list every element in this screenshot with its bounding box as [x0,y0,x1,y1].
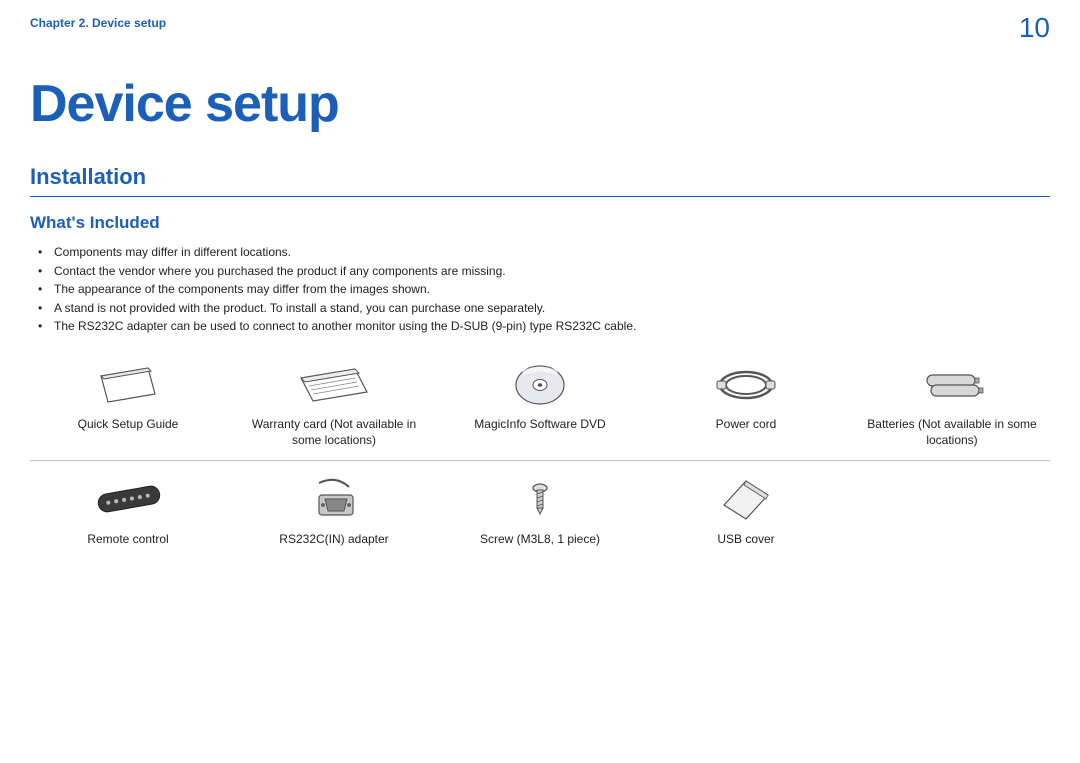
page-number: 10 [1019,12,1050,44]
item-power-cord: Power cord [648,354,844,458]
bullet-item: The appearance of the components may dif… [44,280,1050,299]
item-usb-cover: USB cover [648,469,844,557]
quick-setup-guide-icon [83,360,173,410]
item-label: MagicInfo Software DVD [474,416,605,432]
item-label: Power cord [716,416,777,432]
item-quick-setup-guide: Quick Setup Guide [30,354,226,458]
grid-divider [30,460,1050,461]
bullet-item: Contact the vendor where you purchased t… [44,262,1050,281]
remote-control-icon [83,475,173,525]
header-row: Chapter 2. Device setup 10 [30,12,1050,44]
bullet-item: The RS232C adapter can be used to connec… [44,317,1050,336]
section-title: Installation [30,164,1050,197]
screw-icon [495,475,585,525]
bullet-item: A stand is not provided with the product… [44,299,1050,318]
page-title: Device setup [30,74,1050,134]
item-label: RS232C(IN) adapter [279,531,388,547]
item-label: Warranty card (Not available in some loc… [240,416,428,448]
warranty-card-icon [289,360,379,410]
item-remote-control: Remote control [30,469,226,557]
chapter-label: Chapter 2. Device setup [30,16,166,30]
batteries-icon [907,360,997,410]
item-batteries: Batteries (Not available in some locatio… [854,354,1050,458]
item-magicinfo-dvd: MagicInfo Software DVD [442,354,638,458]
dvd-icon [495,360,585,410]
power-cord-icon [701,360,791,410]
item-empty [854,469,1050,557]
item-label: Quick Setup Guide [78,416,179,432]
components-grid: Quick Setup Guide Warranty card (Not ava… [30,354,1050,558]
item-screw: Screw (M3L8, 1 piece) [442,469,638,557]
usb-cover-icon [701,475,791,525]
bullet-item: Components may differ in different locat… [44,243,1050,262]
item-rs232c-adapter: RS232C(IN) adapter [236,469,432,557]
rs232c-adapter-icon [289,475,379,525]
item-label: Screw (M3L8, 1 piece) [480,531,600,547]
bullet-list: Components may differ in different locat… [30,243,1050,336]
subsection-title: What's Included [30,213,1050,233]
item-warranty-card: Warranty card (Not available in some loc… [236,354,432,458]
item-label: Batteries (Not available in some locatio… [858,416,1046,448]
item-label: USB cover [717,531,774,547]
item-label: Remote control [87,531,168,547]
